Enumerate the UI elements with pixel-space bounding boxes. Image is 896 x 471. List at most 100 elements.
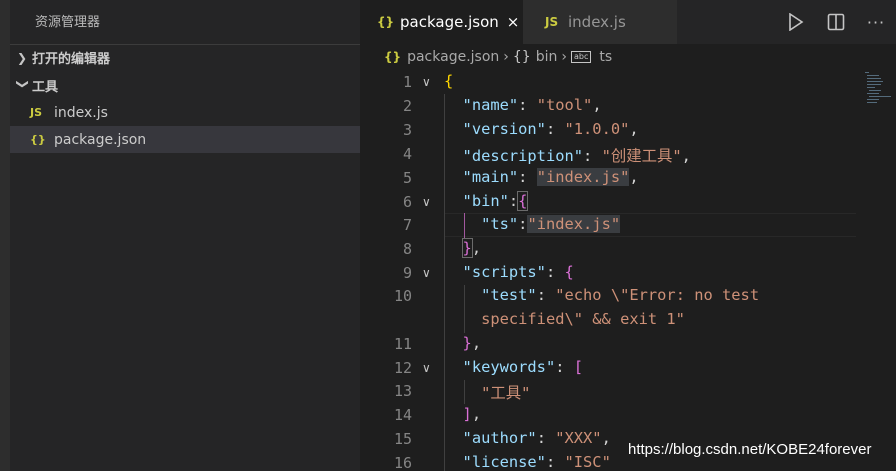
line-number: 16 — [393, 454, 412, 471]
tab-label: package.json — [400, 13, 499, 31]
json-string: "工具" — [481, 384, 531, 402]
split-editor-icon — [827, 13, 845, 31]
brace: { — [444, 72, 454, 90]
line-number: 7 — [402, 216, 412, 234]
run-button[interactable] — [776, 0, 816, 44]
chevron-down-icon: ❯ — [16, 79, 30, 90]
json-key: "license" — [462, 453, 546, 471]
fold-chevron-icon[interactable]: ∨ — [422, 266, 431, 280]
brace: } — [462, 334, 472, 352]
tab-index-js[interactable]: JS index.js — [523, 0, 678, 44]
tab-label: index.js — [568, 13, 626, 31]
tab-package-json[interactable]: {} package.json × — [360, 0, 523, 44]
minimap-line — [867, 78, 881, 79]
json-string: "1.0.0" — [564, 120, 630, 138]
json-string: "创建工具" — [601, 147, 682, 165]
json-key: "bin" — [462, 192, 509, 210]
line-number: 11 — [393, 335, 412, 353]
json-string: "echo \"Error: no test — [555, 286, 760, 304]
line-number: 9 — [402, 264, 412, 282]
json-file-icon: {} — [377, 15, 395, 29]
ellipsis-icon: ··· — [866, 12, 886, 32]
js-file-icon: JS — [545, 15, 559, 29]
minimap-line — [867, 99, 879, 100]
breadcrumb-ts[interactable]: ts — [599, 49, 612, 65]
tool-folder-label: 工具 — [32, 79, 59, 95]
minimap-line — [867, 93, 879, 94]
code-line: specified\" && exit 1" — [444, 310, 685, 328]
fold-chevron-icon[interactable]: ∨ — [422, 361, 431, 375]
fold-chevron-icon[interactable]: ∨ — [422, 195, 431, 209]
minimap[interactable] — [863, 70, 893, 110]
bracket: [ — [573, 358, 584, 376]
code-line: ], — [462, 405, 482, 423]
minimap-line — [869, 96, 891, 97]
file-name: package.json — [54, 131, 147, 148]
json-string: specified\" && exit 1" — [481, 310, 685, 328]
explorer-title: 资源管理器 — [35, 15, 101, 30]
code-line: "ts":"index.js" — [481, 215, 621, 233]
chevron-right-icon: › — [561, 49, 567, 65]
editor-actions: ··· — [776, 0, 896, 44]
line-number: 10 — [393, 287, 412, 305]
json-key: "ts" — [481, 215, 519, 233]
json-key: "main" — [462, 168, 519, 186]
minimap-line — [865, 72, 869, 73]
code-line: "version": "1.0.0", — [462, 120, 639, 138]
line-number: 13 — [393, 382, 412, 400]
code-editor[interactable]: 1 2 3 4 5 6 7 8 9 10 11 12 13 14 15 16 ∨… — [360, 70, 896, 471]
line-number: 1 — [402, 73, 412, 91]
line-number: 3 — [402, 121, 412, 139]
code-line: }, — [461, 238, 482, 258]
code-line: "description": "创建工具", — [462, 147, 691, 165]
line-number: 5 — [402, 169, 412, 187]
minimap-line — [867, 102, 877, 103]
code-line: "author": "XXX", — [462, 429, 611, 447]
minimap-line — [867, 87, 875, 88]
minimap-line — [867, 75, 879, 76]
json-string: "XXX" — [555, 429, 602, 447]
close-icon[interactable]: × — [507, 13, 520, 31]
json-file-icon: {} — [30, 133, 46, 146]
breadcrumb-bin[interactable]: bin — [536, 49, 558, 65]
file-item-package-json[interactable]: {} package.json — [10, 126, 360, 153]
activity-bar-edge — [0, 0, 10, 471]
line-number: 4 — [402, 145, 412, 163]
line-number: 2 — [402, 97, 412, 115]
json-key: "test" — [481, 286, 537, 304]
breadcrumb: {} package.json › {} bin › abc ts — [360, 44, 896, 70]
file-name: index.js — [54, 104, 108, 121]
json-string: "ISC" — [564, 453, 611, 471]
fold-chevron-icon[interactable]: ∨ — [422, 75, 431, 89]
chevron-right-icon: › — [503, 49, 509, 65]
editor-tab-bar: {} package.json × JS index.js ··· — [360, 0, 896, 44]
line-number: 15 — [393, 430, 412, 448]
play-icon — [789, 13, 804, 31]
open-editors-section[interactable]: ❯ 打开的编辑器 — [10, 44, 360, 70]
json-key: "author" — [462, 429, 537, 447]
line-number: 14 — [393, 406, 412, 424]
open-editors-label: 打开的编辑器 — [32, 52, 111, 67]
breadcrumb-file[interactable]: package.json — [407, 49, 499, 65]
json-string: "tool" — [536, 96, 593, 114]
more-actions-button[interactable]: ··· — [856, 0, 896, 44]
tool-folder-section[interactable]: ❯ 工具 — [10, 72, 360, 98]
line-number: 12 — [393, 359, 412, 377]
string-symbol-icon: abc — [570, 51, 592, 63]
brace: } — [461, 238, 473, 258]
json-key: "scripts" — [462, 263, 546, 281]
split-editor-button[interactable] — [816, 0, 856, 44]
bracket: ] — [462, 405, 472, 423]
code-line: "keywords": [ — [462, 358, 584, 376]
file-item-index-js[interactable]: JS index.js — [10, 99, 360, 126]
json-key: "version" — [462, 120, 546, 138]
code-line: "license": "ISC" — [462, 453, 611, 471]
json-file-icon: {} — [384, 50, 402, 64]
code-line: "bin":{ — [462, 191, 529, 211]
line-number: 8 — [402, 240, 412, 258]
code-line: { — [444, 72, 453, 90]
json-key: "keywords" — [462, 358, 556, 376]
explorer-sidebar: 资源管理器 ❯ 打开的编辑器 ❯ 工具 JS index.js {} packa… — [0, 0, 360, 471]
json-string: "index.js" — [536, 168, 630, 186]
minimap-line — [869, 90, 881, 91]
